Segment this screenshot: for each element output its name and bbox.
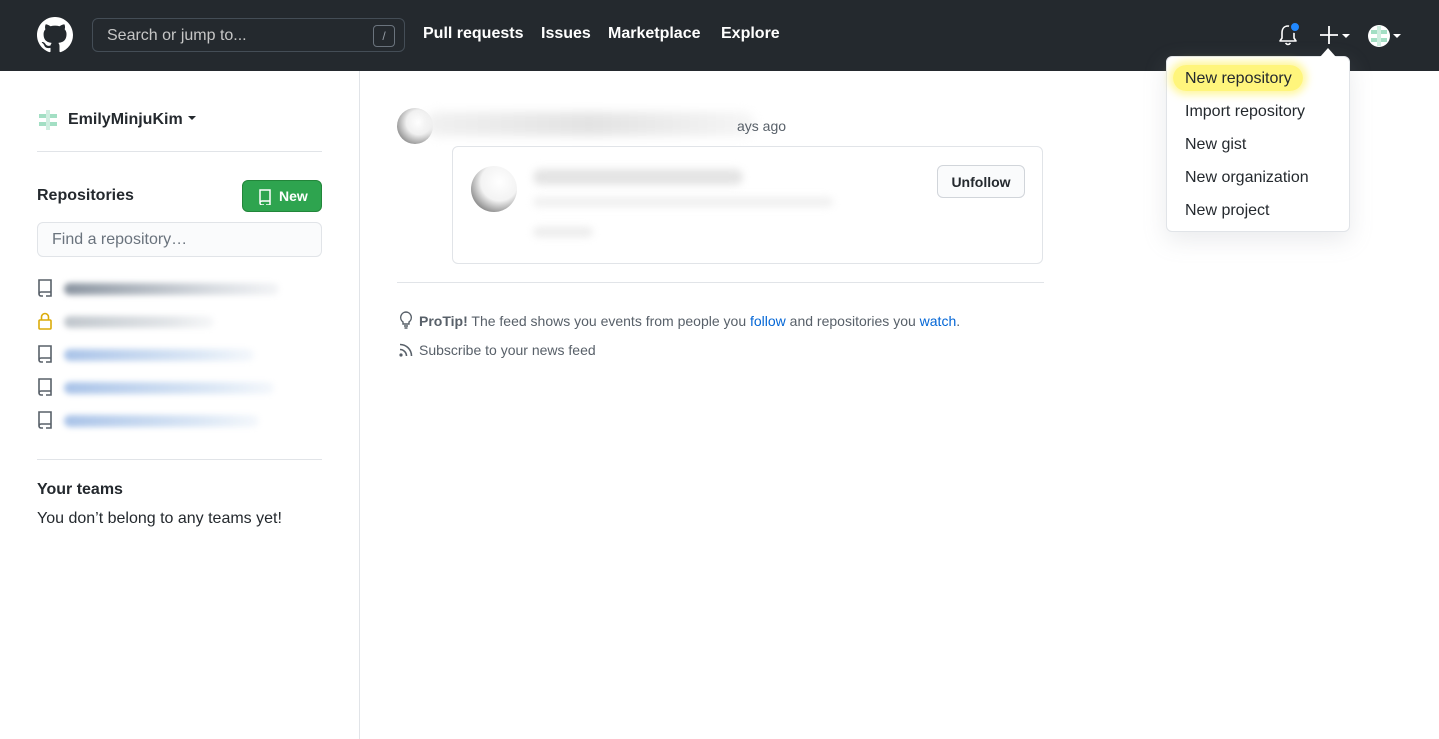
repo-list-item[interactable] [37, 277, 322, 299]
rss-icon [399, 343, 413, 357]
repo-name-redacted [64, 316, 214, 328]
user-avatar-menu-icon[interactable] [1367, 24, 1401, 48]
followed-user-avatar[interactable] [471, 166, 517, 212]
subscribe-news-feed-link[interactable]: Subscribe to your news feed [398, 342, 596, 358]
nav-issues[interactable]: Issues [541, 25, 591, 43]
protip-text-2: and repositories you [785, 313, 920, 329]
feed-event-text-redacted [425, 112, 755, 136]
search-shortcut-key: / [373, 25, 395, 47]
subscribe-label: Subscribe to your news feed [419, 342, 596, 358]
divider [37, 459, 322, 460]
menu-item-new-project[interactable]: New project [1185, 202, 1269, 220]
chevron-down-icon [188, 116, 197, 120]
dashboard-sidebar [0, 71, 360, 739]
repo-list-item[interactable] [37, 376, 322, 398]
follow-event-card: Unfollow [452, 146, 1043, 264]
followed-user-bio-redacted [533, 197, 833, 207]
followed-user-name-redacted [533, 169, 743, 185]
divider [37, 151, 322, 152]
feed-event-time: ays ago [737, 118, 787, 134]
watch-link[interactable]: watch [920, 313, 957, 329]
protip-text-1: The feed shows you events from people yo… [467, 313, 750, 329]
repo-icon [259, 189, 271, 205]
create-new-menu: New repository Import repository New gis… [1166, 56, 1350, 232]
menu-item-new-repository[interactable]: New repository [1185, 70, 1292, 88]
new-button-label: New [279, 188, 308, 204]
repo-icon [38, 378, 52, 396]
repo-list-item[interactable] [37, 409, 322, 431]
create-new-plus-icon[interactable] [1320, 24, 1352, 46]
nav-explore[interactable]: Explore [721, 25, 780, 43]
divider [397, 282, 1044, 283]
find-repository-input[interactable] [37, 222, 322, 257]
your-teams-heading: Your teams [37, 481, 123, 498]
repositories-heading: Repositories [37, 187, 134, 204]
menu-item-new-organization[interactable]: New organization [1185, 169, 1309, 187]
search-placeholder: Search or jump to... [107, 27, 247, 44]
menu-item-new-gist[interactable]: New gist [1185, 136, 1246, 154]
followed-user-stats-redacted [533, 227, 593, 237]
protip-label: ProTip! [419, 313, 468, 329]
repo-icon [38, 345, 52, 363]
dropdown-caret [1320, 48, 1336, 57]
nav-marketplace[interactable]: Marketplace [608, 25, 701, 43]
light-bulb-icon [399, 311, 413, 329]
repo-icon [38, 411, 52, 429]
protip-text: ProTip! The feed shows you events from p… [398, 311, 960, 329]
username-text: EmilyMinjuKim [68, 111, 183, 128]
menu-item-import-repository[interactable]: Import repository [1185, 103, 1305, 121]
new-repository-button[interactable]: New [242, 180, 322, 212]
repo-name-redacted [64, 349, 254, 361]
teams-empty-message: You don’t belong to any teams yet! [37, 510, 282, 527]
repo-name-redacted [64, 283, 279, 295]
protip-text-3: . [956, 313, 961, 329]
unread-indicator [1289, 21, 1301, 33]
context-switcher-username[interactable]: EmilyMinjuKim [68, 111, 197, 129]
nav-pull-requests[interactable]: Pull requests [423, 25, 523, 43]
lock-icon [38, 312, 52, 330]
unfollow-button[interactable]: Unfollow [937, 165, 1025, 198]
repo-name-redacted [64, 415, 259, 427]
repo-name-redacted [64, 382, 274, 394]
follow-link[interactable]: follow [750, 313, 786, 329]
github-logo-icon[interactable] [37, 17, 73, 53]
repo-list-item[interactable] [37, 310, 322, 332]
user-avatar [37, 109, 59, 131]
repo-icon [38, 279, 52, 297]
search-input[interactable]: Search or jump to... / [92, 18, 405, 52]
repo-list-item[interactable] [37, 343, 322, 365]
